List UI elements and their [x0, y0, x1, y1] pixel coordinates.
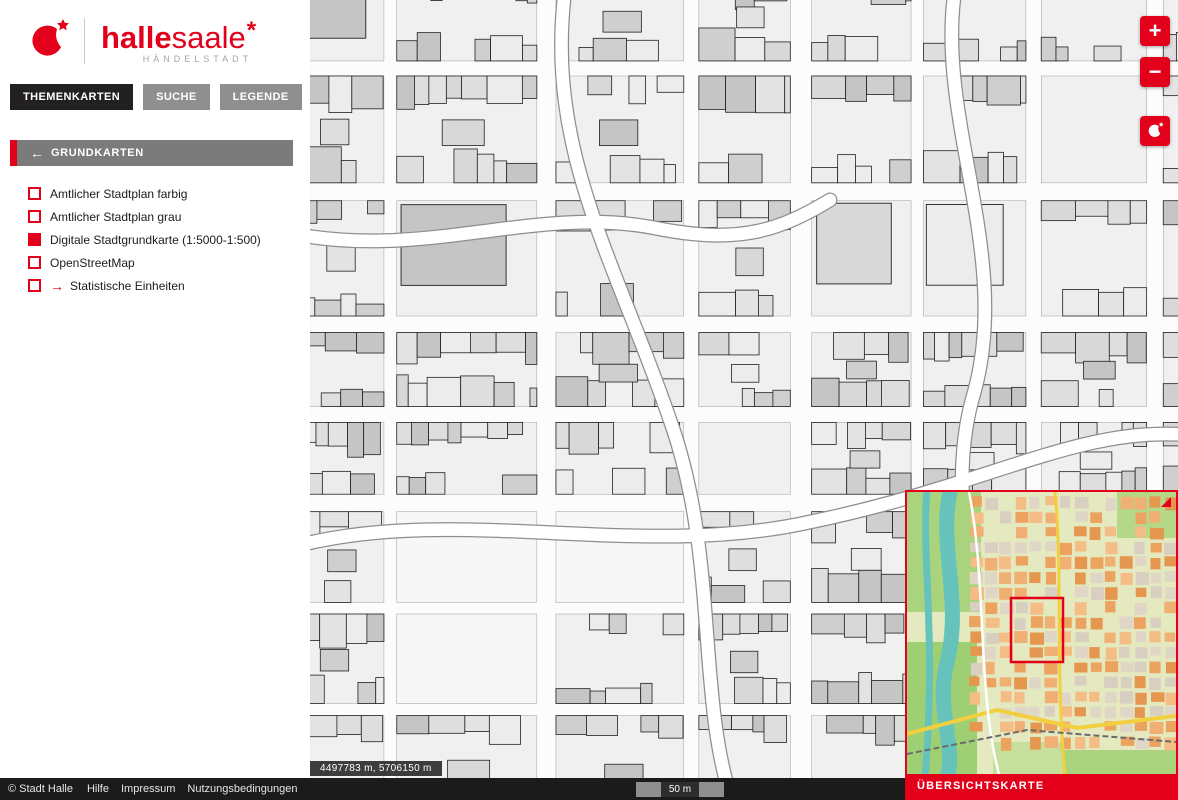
- brand-asterisk: *: [247, 17, 256, 44]
- layer-label: Amtlicher Stadtplan grau: [50, 210, 181, 224]
- panel-accent-bar: [10, 140, 17, 166]
- layer-item-statistische-einheiten[interactable]: → Statistische Einheiten: [0, 274, 310, 297]
- collapse-arrow-icon: [1160, 496, 1172, 508]
- coordinates-readout: 4497783 m, 5706150 m: [310, 761, 442, 776]
- layer-label: Digitale Stadtgrundkarte (1:5000-1:500): [50, 233, 261, 247]
- copyright-text: © Stadt Halle: [8, 783, 73, 795]
- brand-name-bold: halle: [101, 20, 172, 55]
- layer-checkbox[interactable]: [28, 256, 41, 269]
- zoom-in-button[interactable]: +: [1140, 16, 1170, 46]
- brand-name-light: saale: [172, 20, 246, 55]
- brand-wordmark-block: hallesaale* HÄNDELSTADT: [101, 19, 256, 64]
- layer-checkbox[interactable]: [28, 187, 41, 200]
- tab-bar: THEMENKARTEN SUCHE LEGENDE: [0, 84, 310, 110]
- layer-item-stadtplan-farbig[interactable]: Amtlicher Stadtplan farbig: [0, 182, 310, 205]
- tab-suche[interactable]: SUCHE: [143, 84, 210, 110]
- layer-label: OpenStreetMap: [50, 256, 135, 270]
- back-arrow-icon[interactable]: ←: [30, 146, 44, 160]
- map-controls: + −: [1140, 16, 1170, 146]
- overview-map[interactable]: ÜBERSICHTSKARTE: [905, 490, 1178, 800]
- overview-collapse-button[interactable]: [1159, 495, 1173, 509]
- brand-divider: [84, 18, 85, 64]
- expand-arrow-icon[interactable]: →: [50, 279, 64, 293]
- layer-checkbox[interactable]: [28, 279, 41, 292]
- overview-map-svg: [907, 492, 1176, 774]
- layer-label: Amtlicher Stadtplan farbig: [50, 187, 187, 201]
- tab-legende[interactable]: LEGENDE: [220, 84, 302, 110]
- halle-logo-icon: [26, 17, 70, 65]
- layer-item-stadtplan-grau[interactable]: Amtlicher Stadtplan grau: [0, 205, 310, 228]
- home-position-button[interactable]: [1140, 116, 1170, 146]
- scale-bar: 50 m: [636, 782, 724, 797]
- layer-checkbox[interactable]: [28, 210, 41, 223]
- brand-subtitle: HÄNDELSTADT: [101, 54, 256, 64]
- overview-title: ÜBERSICHTSKARTE: [907, 774, 1176, 798]
- halle-logo-white-icon: [1146, 121, 1164, 141]
- layer-item-stadtgrundkarte[interactable]: Digitale Stadtgrundkarte (1:5000-1:500): [0, 228, 310, 251]
- zoom-out-button[interactable]: −: [1140, 57, 1170, 87]
- brand: hallesaale* HÄNDELSTADT: [0, 0, 310, 72]
- basemap-list: Amtlicher Stadtplan farbig Amtlicher Sta…: [0, 182, 310, 297]
- layer-item-openstreetmap[interactable]: OpenStreetMap: [0, 251, 310, 274]
- app-root: 4497783 m, 5706150 m hallesaale* HÄNDELS…: [0, 0, 1178, 800]
- basemaps-panel-header[interactable]: ← GRUNDKARTEN: [10, 140, 293, 166]
- layer-checkbox[interactable]: [28, 233, 41, 246]
- footer-link-nutzungsbedingungen[interactable]: Nutzungsbedingungen: [187, 783, 297, 795]
- brand-wordmark: hallesaale*: [101, 19, 256, 53]
- footer-link-hilfe[interactable]: Hilfe: [87, 783, 109, 795]
- panel-title: GRUNDKARTEN: [51, 147, 144, 159]
- layer-label: Statistische Einheiten: [70, 279, 185, 293]
- scale-label: 50 m: [661, 782, 699, 797]
- tab-themenkarten[interactable]: THEMENKARTEN: [10, 84, 133, 110]
- sidebar: hallesaale* HÄNDELSTADT THEMENKARTEN SUC…: [0, 0, 310, 800]
- footer-link-impressum[interactable]: Impressum: [121, 783, 175, 795]
